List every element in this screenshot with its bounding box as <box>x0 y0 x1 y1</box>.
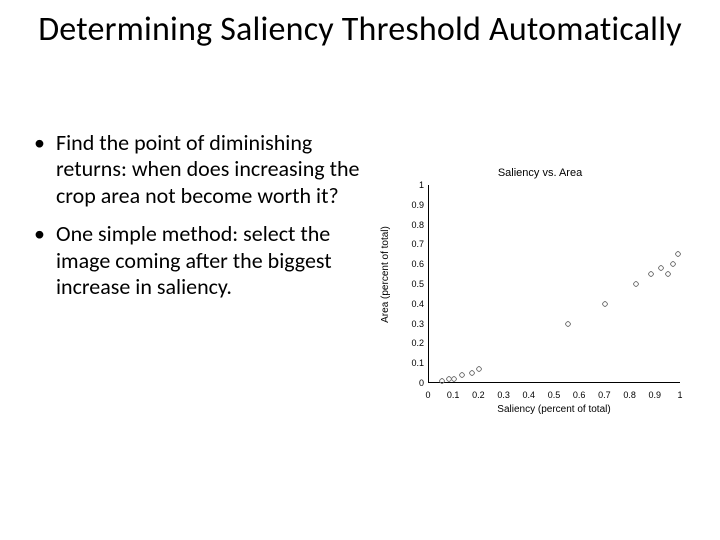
bullet-text: One simple method: select the image comi… <box>56 220 332 300</box>
x-tick-label: 0.3 <box>492 390 516 400</box>
chart: Saliency vs. Area Area (percent of total… <box>380 165 700 415</box>
data-point <box>648 271 654 277</box>
x-tick-label: 0.5 <box>542 390 566 400</box>
data-point <box>602 301 608 307</box>
data-point <box>670 261 676 267</box>
x-tick-label: 0.7 <box>592 390 616 400</box>
list-item: One simple method: select the image comi… <box>34 221 364 300</box>
data-point <box>476 366 482 372</box>
data-point <box>439 378 445 384</box>
slide-body: Find the point of diminishing returns: w… <box>34 130 364 312</box>
y-axis-label: Area (percent of total) <box>378 165 392 383</box>
y-tick-label: 0.4 <box>398 299 424 309</box>
data-point <box>459 372 465 378</box>
x-axis-label: Saliency (percent of total) <box>428 404 680 415</box>
data-point <box>658 265 664 271</box>
y-tick-label: 0.1 <box>398 358 424 368</box>
x-tick-label: 0.2 <box>466 390 490 400</box>
data-point <box>675 251 681 257</box>
x-tick-label: 0.6 <box>567 390 591 400</box>
x-tick-label: 1 <box>668 390 692 400</box>
plot-area <box>428 185 680 383</box>
data-point <box>633 281 639 287</box>
y-tick-label: 0.2 <box>398 338 424 348</box>
slide-title: Determining Saliency Threshold Automatic… <box>0 10 720 49</box>
y-tick-label: 0.6 <box>398 259 424 269</box>
y-tick-label: 0 <box>398 378 424 388</box>
y-tick-label: 0.5 <box>398 279 424 289</box>
chart-title: Saliency vs. Area <box>380 167 700 179</box>
x-tick-label: 0.1 <box>441 390 465 400</box>
y-tick-label: 0.8 <box>398 220 424 230</box>
bullet-text: Find the point of diminishing returns: w… <box>56 129 359 209</box>
y-tick-label: 0.3 <box>398 319 424 329</box>
y-axis-label-text: Area (percent of total) <box>380 226 391 323</box>
slide: Determining Saliency Threshold Automatic… <box>0 0 720 540</box>
data-point <box>565 321 571 327</box>
x-tick-label: 0 <box>416 390 440 400</box>
x-tick-label: 0.4 <box>517 390 541 400</box>
y-tick-label: 1 <box>398 180 424 190</box>
x-tick-label: 0.9 <box>643 390 667 400</box>
x-tick-label: 0.8 <box>618 390 642 400</box>
data-point <box>451 376 457 382</box>
bullet-list: Find the point of diminishing returns: w… <box>34 130 364 300</box>
y-tick-label: 0.9 <box>398 200 424 210</box>
list-item: Find the point of diminishing returns: w… <box>34 130 364 209</box>
y-tick-label: 0.7 <box>398 239 424 249</box>
data-point <box>665 271 671 277</box>
data-point <box>469 370 475 376</box>
